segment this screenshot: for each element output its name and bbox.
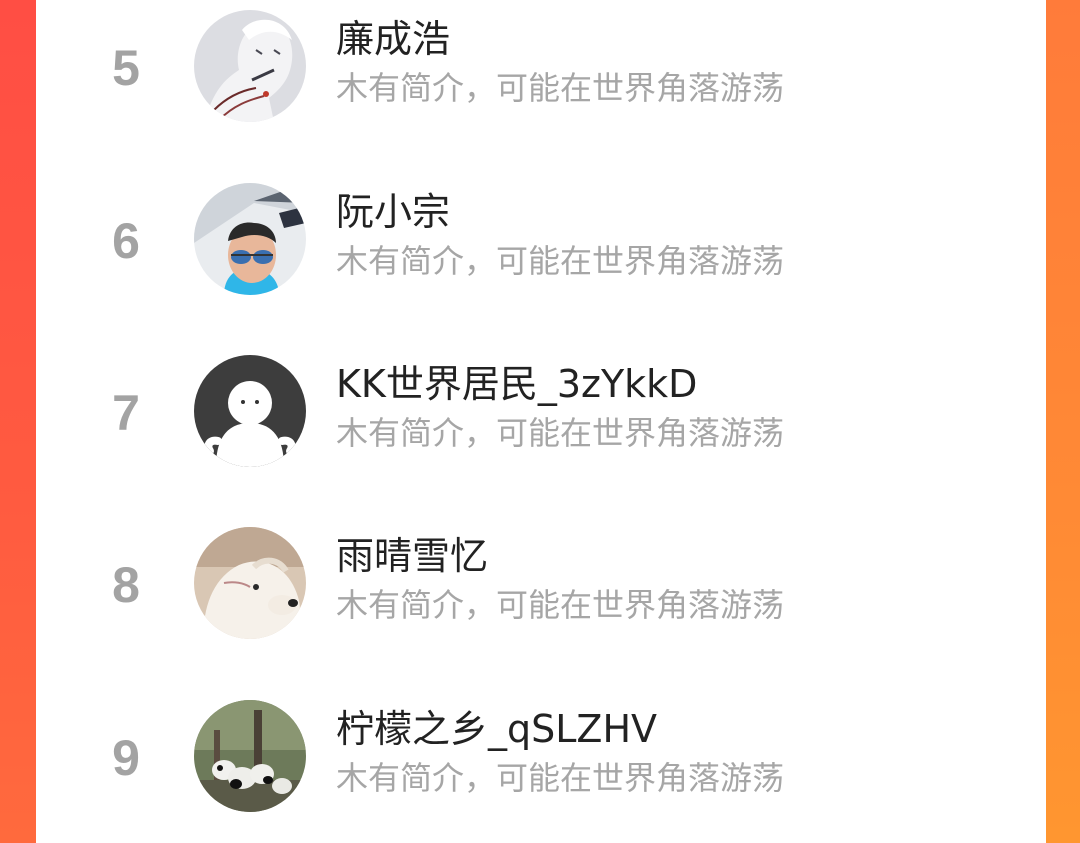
man-sunglasses-avatar[interactable] <box>194 183 306 295</box>
user-bio: 木有简介，可能在世界角落游荡 <box>336 586 785 624</box>
rank-number: 9 <box>112 730 140 786</box>
ranking-row[interactable]: 9 柠檬之乡_qSLZHV 木有简介，可能在世界角落游荡 <box>36 688 1046 843</box>
user-name[interactable]: KK世界居民_3zYkkD <box>336 361 697 407</box>
anime-character-avatar[interactable] <box>194 10 306 122</box>
user-name[interactable]: 雨晴雪忆 <box>336 533 488 579</box>
ranking-row[interactable]: 6 阮小宗 木有简介，可能在世界角落游荡 <box>36 171 1046 343</box>
ranking-row[interactable]: 8 雨晴雪忆 木有简介，可能在世界角落游荡 <box>36 515 1046 687</box>
rank-number: 7 <box>112 385 140 441</box>
white-dog-avatar[interactable] <box>194 527 306 639</box>
background-right-edge <box>1046 0 1080 843</box>
user-name[interactable]: 廉成浩 <box>336 16 450 62</box>
user-bio: 木有简介，可能在世界角落游荡 <box>336 69 785 107</box>
rank-number: 5 <box>112 40 140 96</box>
default-user-avatar[interactable] <box>194 355 306 467</box>
user-bio: 木有简介，可能在世界角落游荡 <box>336 414 785 452</box>
ranking-row[interactable]: 7 KK世界居民_3zYkkD 木有简介，可能在世界角落游荡 <box>36 343 1046 515</box>
user-name[interactable]: 阮小宗 <box>336 189 450 235</box>
rank-number: 6 <box>112 213 140 269</box>
ranking-row[interactable]: 5 廉成浩 木有简介，可能在世界角落游荡 <box>36 0 1046 170</box>
background-left-edge <box>0 0 36 843</box>
user-bio: 木有简介，可能在世界角落游荡 <box>336 759 785 797</box>
pandas-avatar[interactable] <box>194 700 306 812</box>
rank-number: 8 <box>112 557 140 613</box>
ranking-panel: 5 廉成浩 木有简介，可能在世界角落游荡 6 阮小宗 木有简介，可能在世界角落游… <box>36 0 1046 843</box>
user-name[interactable]: 柠檬之乡_qSLZHV <box>336 706 657 752</box>
user-bio: 木有简介，可能在世界角落游荡 <box>336 242 785 280</box>
